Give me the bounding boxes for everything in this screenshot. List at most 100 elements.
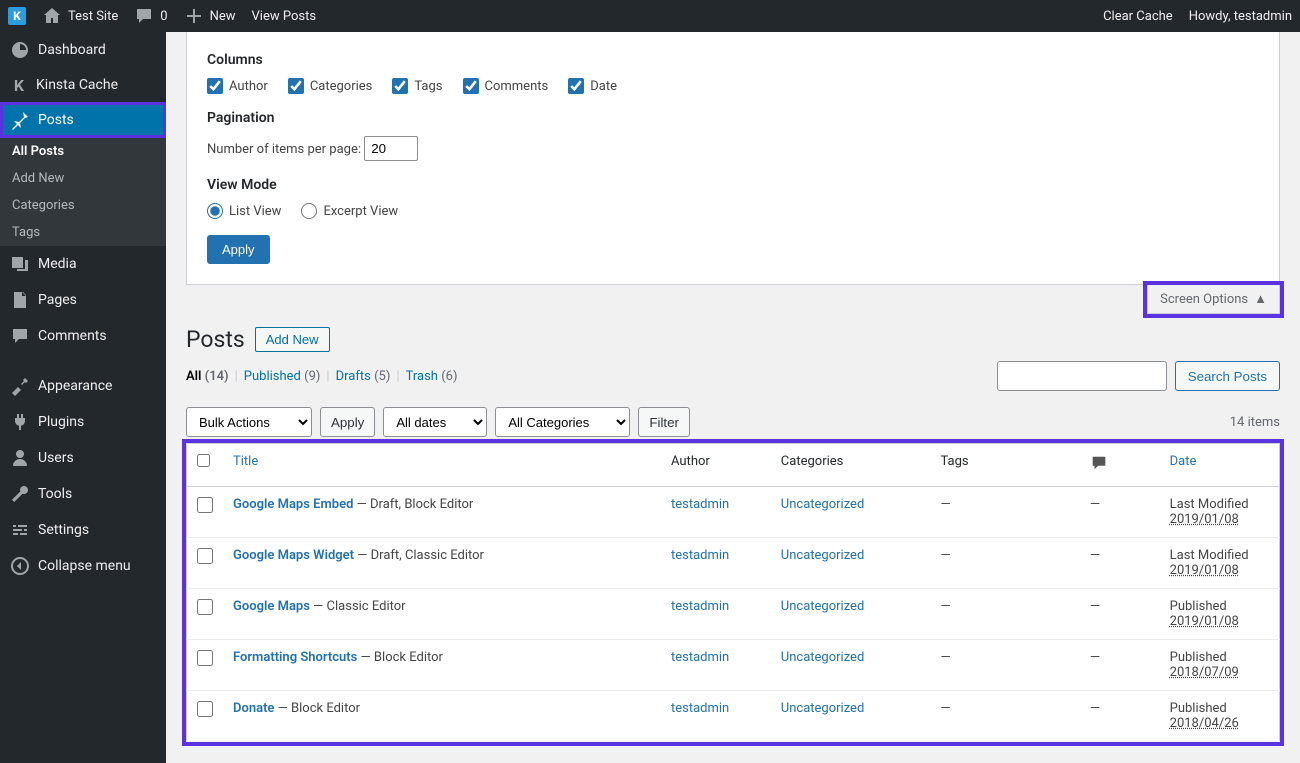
site-home-link[interactable]: Test Site — [42, 6, 118, 26]
comment-icon — [134, 6, 154, 26]
post-title-link[interactable]: Google Maps Embed — [233, 497, 353, 512]
sidebar-item-comments[interactable]: Comments — [0, 318, 166, 354]
screen-options-panel: Columns Author Categories Tags Comments … — [186, 32, 1280, 285]
view-mode-heading: View Mode — [207, 177, 1259, 193]
category-filter-select[interactable]: All Categories — [495, 407, 630, 437]
sidebar-item-kinsta-cache[interactable]: K Kinsta Cache — [0, 68, 166, 102]
sidebar-item-appearance[interactable]: Appearance — [0, 368, 166, 404]
bulk-actions-select[interactable]: Bulk Actions — [186, 407, 312, 437]
main-content: Columns Author Categories Tags Comments … — [166, 32, 1300, 763]
sidebar-sub-categories[interactable]: Categories — [0, 192, 166, 219]
collapse-icon — [10, 556, 30, 576]
comments-link[interactable]: 0 — [134, 6, 167, 26]
new-content-link[interactable]: New — [184, 6, 236, 26]
filter-button[interactable]: Filter — [638, 407, 690, 437]
per-page-input[interactable] — [364, 136, 418, 161]
date-value: 2019/01/08 — [1170, 614, 1239, 629]
date-status: Published — [1170, 599, 1269, 614]
appearance-icon — [10, 376, 30, 396]
filter-trash[interactable]: Trash (6) — [406, 369, 458, 384]
post-state: — Draft, Block Editor — [353, 497, 473, 512]
clear-cache-link[interactable]: Clear Cache — [1103, 9, 1173, 24]
row-checkbox[interactable] — [197, 497, 213, 513]
category-link[interactable]: Uncategorized — [781, 701, 864, 716]
sidebar-item-plugins[interactable]: Plugins — [0, 404, 166, 440]
comment-count: 0 — [160, 9, 167, 24]
col-header-categories: Categories — [771, 444, 931, 487]
home-icon — [42, 6, 62, 26]
pin-icon — [10, 110, 30, 130]
category-link[interactable]: Uncategorized — [781, 548, 864, 563]
sidebar-sub-all-posts[interactable]: All Posts — [0, 138, 166, 165]
category-link[interactable]: Uncategorized — [781, 599, 864, 614]
post-state: — Block Editor — [357, 650, 443, 665]
sidebar-sub-tags[interactable]: Tags — [0, 219, 166, 246]
posts-submenu: All Posts Add New Categories Tags — [0, 138, 166, 246]
col-header-date[interactable]: Date — [1170, 454, 1197, 469]
comments-value: — — [1090, 650, 1100, 665]
sidebar-item-posts[interactable]: Posts — [0, 102, 166, 138]
select-all-checkbox[interactable] — [197, 454, 210, 467]
item-count: 14 items — [1230, 415, 1280, 430]
tags-value: — — [940, 599, 950, 614]
view-posts-link[interactable]: View Posts — [252, 9, 317, 24]
sidebar-item-media[interactable]: Media — [0, 246, 166, 282]
view-mode-list[interactable]: List View — [207, 203, 281, 219]
tools-icon — [10, 484, 30, 504]
sidebar-item-tools[interactable]: Tools — [0, 476, 166, 512]
column-toggle-tags[interactable]: Tags — [392, 78, 442, 94]
sidebar-item-pages[interactable]: Pages — [0, 282, 166, 318]
page-title: Posts — [186, 326, 245, 353]
filter-all[interactable]: All (14) — [186, 369, 229, 384]
date-status: Last Modified — [1170, 548, 1269, 563]
view-mode-excerpt[interactable]: Excerpt View — [301, 203, 398, 219]
filter-drafts[interactable]: Drafts (5) — [336, 369, 391, 384]
column-toggle-author[interactable]: Author — [207, 78, 268, 94]
tags-value: — — [940, 497, 950, 512]
sidebar-item-dashboard[interactable]: Dashboard — [0, 32, 166, 68]
media-icon — [10, 254, 30, 274]
date-filter-select[interactable]: All dates — [383, 407, 487, 437]
comments-value: — — [1090, 548, 1100, 563]
row-checkbox[interactable] — [197, 599, 213, 615]
sidebar-collapse[interactable]: Collapse menu — [0, 548, 166, 584]
sidebar-item-users[interactable]: Users — [0, 440, 166, 476]
col-header-comments[interactable] — [1080, 444, 1160, 487]
author-link[interactable]: testadmin — [671, 650, 729, 665]
screen-options-tab[interactable]: Screen Options ▲ — [1147, 285, 1280, 314]
author-link[interactable]: testadmin — [671, 701, 729, 716]
col-header-title[interactable]: Title — [233, 454, 258, 469]
search-input[interactable] — [997, 361, 1167, 391]
category-link[interactable]: Uncategorized — [781, 497, 864, 512]
bulk-apply-button[interactable]: Apply — [320, 407, 375, 437]
row-checkbox[interactable] — [197, 548, 213, 564]
date-value: 2018/04/26 — [1170, 716, 1239, 731]
admin-sidebar: Dashboard K Kinsta Cache Posts All Posts… — [0, 32, 166, 763]
settings-icon — [10, 520, 30, 540]
author-link[interactable]: testadmin — [671, 497, 729, 512]
search-posts-button[interactable]: Search Posts — [1175, 361, 1280, 391]
kinsta-logo[interactable]: K — [8, 7, 26, 25]
comment-icon — [10, 326, 30, 346]
chevron-up-icon: ▲ — [1254, 291, 1267, 307]
row-checkbox[interactable] — [197, 701, 213, 717]
row-checkbox[interactable] — [197, 650, 213, 666]
post-title-link[interactable]: Donate — [233, 701, 274, 716]
filter-published[interactable]: Published (9) — [244, 369, 321, 384]
howdy-link[interactable]: Howdy, testadmin — [1189, 9, 1292, 24]
author-link[interactable]: testadmin — [671, 599, 729, 614]
author-link[interactable]: testadmin — [671, 548, 729, 563]
post-title-link[interactable]: Google Maps — [233, 599, 310, 614]
sidebar-item-settings[interactable]: Settings — [0, 512, 166, 548]
post-title-link[interactable]: Google Maps Widget — [233, 548, 354, 563]
column-toggle-date[interactable]: Date — [568, 78, 617, 94]
column-toggle-comments[interactable]: Comments — [463, 78, 549, 94]
screen-options-apply-button[interactable]: Apply — [207, 235, 270, 264]
sidebar-sub-add-new[interactable]: Add New — [0, 165, 166, 192]
date-value: 2019/01/08 — [1170, 512, 1239, 527]
column-toggle-categories[interactable]: Categories — [288, 78, 373, 94]
category-link[interactable]: Uncategorized — [781, 650, 864, 665]
post-title-link[interactable]: Formatting Shortcuts — [233, 650, 357, 665]
add-new-button[interactable]: Add New — [255, 327, 330, 352]
comments-value: — — [1090, 701, 1100, 716]
